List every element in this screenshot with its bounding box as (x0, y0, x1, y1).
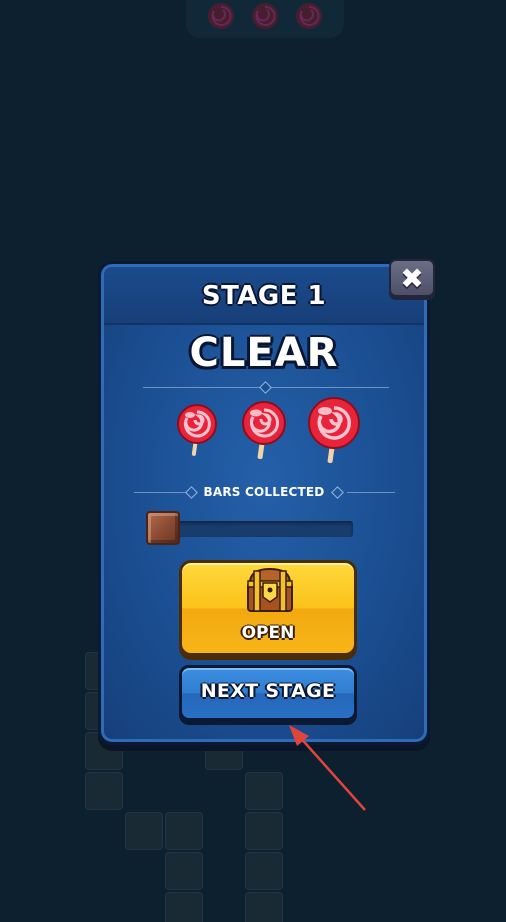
lollipop-icon (208, 3, 234, 29)
background-block (165, 892, 203, 922)
lollipop-icon (296, 3, 322, 29)
background-block (165, 812, 203, 850)
background-block (245, 892, 283, 922)
stage-clear-dialog: STAGE 1 CLEAR BARS COLLECTED OPEN NEXT S… (98, 261, 430, 745)
open-chest-button[interactable]: OPEN (179, 560, 357, 656)
background-block (85, 772, 123, 810)
background-block (245, 852, 283, 890)
open-button-label: OPEN (241, 623, 295, 643)
close-icon: ✖ (400, 261, 424, 295)
clear-status-text: CLEAR (189, 330, 339, 376)
lollipop-icon (177, 404, 217, 456)
bars-progress-bar (159, 521, 353, 537)
dialog-header: STAGE 1 (104, 267, 424, 325)
next-stage-button[interactable]: NEXT STAGE (179, 665, 357, 721)
lollipop-icon (252, 3, 278, 29)
background-block (245, 772, 283, 810)
lollipop-icon (308, 397, 360, 464)
divider-diamond-icon (259, 381, 272, 394)
treasure-chest-icon (247, 567, 293, 612)
stage-title: STAGE 1 (201, 281, 327, 311)
chocolate-bar-icon (146, 511, 180, 545)
background-block (165, 852, 203, 890)
next-stage-label: NEXT STAGE (200, 680, 336, 702)
divider (347, 492, 395, 493)
lollipop-icon (242, 401, 286, 460)
background-block (125, 812, 163, 850)
annotation-arrow-line (297, 734, 366, 811)
game-scene: STAGE 1 CLEAR BARS COLLECTED OPEN NEXT S… (0, 0, 506, 922)
background-star-tray (186, 0, 344, 38)
close-button[interactable]: ✖ (389, 259, 435, 297)
background-block (245, 812, 283, 850)
